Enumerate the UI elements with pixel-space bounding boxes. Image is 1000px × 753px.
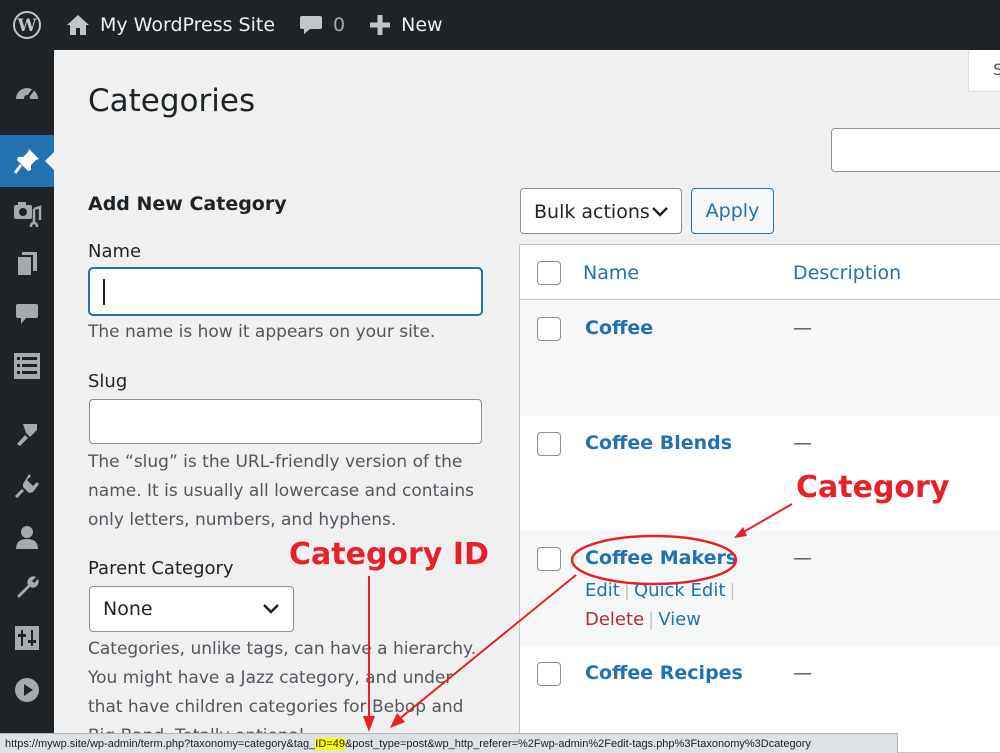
category-description: — xyxy=(793,547,812,569)
row-checkbox[interactable] xyxy=(537,432,561,456)
menu-pages[interactable] xyxy=(0,238,54,290)
plus-icon xyxy=(370,15,391,35)
menu-appearance[interactable] xyxy=(0,408,54,460)
play-icon xyxy=(15,678,39,702)
appearance-icon xyxy=(17,424,37,446)
category-name-link[interactable]: Coffee xyxy=(585,317,653,339)
status-url-start: https://mywp.site/wp-admin/term.php?taxo… xyxy=(5,738,316,750)
menu-media-player[interactable] xyxy=(0,664,54,716)
chevron-down-icon xyxy=(263,604,279,614)
comments-count: 0 xyxy=(333,14,346,36)
category-name-link[interactable]: Coffee Recipes xyxy=(585,662,743,684)
select-all-checkbox[interactable] xyxy=(537,261,561,285)
page-title: Categories xyxy=(88,83,256,119)
new-content-link[interactable]: New xyxy=(357,0,454,50)
delete-link[interactable]: Delete xyxy=(585,609,644,630)
parent-category-label: Parent Category xyxy=(88,558,234,579)
slug-help-text: The “slug” is the URL-friendly version o… xyxy=(88,452,475,530)
posts-pin-icon xyxy=(13,149,39,174)
parent-category-value: None xyxy=(103,598,153,620)
name-input[interactable] xyxy=(89,268,482,315)
status-url-end: &post_type=post&wp_http_referer=%2Fwp-ad… xyxy=(344,738,811,750)
add-new-category-heading: Add New Category xyxy=(88,193,287,215)
parent-category-select[interactable]: None xyxy=(89,586,294,632)
comments-link[interactable]: 0 xyxy=(287,0,357,50)
category-description: — xyxy=(793,317,812,339)
category-name-link[interactable]: Coffee Blends xyxy=(585,432,732,454)
name-help-text: The name is how it appears on your site. xyxy=(88,322,436,342)
svg-text:W: W xyxy=(16,16,37,36)
row-checkbox[interactable] xyxy=(537,662,561,686)
chevron-down-icon xyxy=(652,207,668,217)
separator: | xyxy=(623,580,630,601)
table-row: Coffee — xyxy=(520,301,1000,416)
media-icon xyxy=(14,202,42,227)
category-description: — xyxy=(793,432,812,454)
row-checkbox[interactable] xyxy=(537,317,561,341)
category-description: — xyxy=(793,662,812,684)
browser-status-bar: https://mywp.site/wp-admin/term.php?taxo… xyxy=(0,733,898,753)
pages-icon xyxy=(16,252,37,277)
screen-options-button[interactable]: S xyxy=(968,50,1000,92)
column-header-description[interactable]: Description xyxy=(793,262,901,284)
menu-comments[interactable] xyxy=(0,288,54,340)
plugins-icon xyxy=(14,474,39,499)
comment-bubble-icon xyxy=(300,16,323,34)
home-icon xyxy=(67,15,89,35)
row-actions: Edit | Quick Edit | Delete | View xyxy=(585,576,740,634)
table-row: Coffee Makers — Edit | Quick Edit | Delete |… xyxy=(520,531,1000,646)
menu-dashboard[interactable] xyxy=(0,68,54,120)
admin-menu xyxy=(0,50,54,753)
menu-plugins[interactable] xyxy=(0,460,54,512)
view-link[interactable]: View xyxy=(658,609,701,630)
slug-label: Slug xyxy=(88,371,128,392)
wordpress-logo-icon[interactable]: W xyxy=(0,0,54,50)
new-label: New xyxy=(401,14,443,36)
text-caret xyxy=(103,279,105,305)
menu-forms[interactable] xyxy=(0,340,54,392)
menu-posts[interactable] xyxy=(0,135,54,187)
table-header: Name Description xyxy=(520,245,1000,300)
forms-icon xyxy=(14,353,40,379)
menu-tools[interactable] xyxy=(0,562,54,614)
site-name: My WordPress Site xyxy=(100,14,276,36)
column-header-name[interactable]: Name xyxy=(583,262,639,284)
site-name-link[interactable]: My WordPress Site xyxy=(54,0,287,50)
tools-icon xyxy=(17,576,39,598)
menu-media[interactable] xyxy=(0,187,54,239)
separator: | xyxy=(648,609,655,630)
annotation-category-label: Category xyxy=(796,470,950,505)
settings-icon xyxy=(15,626,39,650)
dashboard-icon xyxy=(16,88,38,101)
admin-bar: W My WordPress Site 0 New xyxy=(0,0,1000,50)
users-icon xyxy=(16,526,38,549)
slug-input[interactable] xyxy=(89,399,482,444)
comments-icon xyxy=(16,304,38,324)
annotation-category-id-label: Category ID xyxy=(289,537,489,572)
row-checkbox[interactable] xyxy=(537,547,561,571)
menu-settings[interactable] xyxy=(0,612,54,664)
bulk-actions-select[interactable]: Bulk actions xyxy=(520,188,682,234)
separator: | xyxy=(729,580,736,601)
category-name-link[interactable]: Coffee Makers xyxy=(585,547,737,569)
apply-button[interactable]: Apply xyxy=(691,188,774,234)
search-categories-input[interactable] xyxy=(831,128,1000,172)
parent-category-help-text: Categories, unlike tags, can have a hier… xyxy=(88,639,477,733)
quick-edit-link[interactable]: Quick Edit xyxy=(634,580,725,601)
bulk-actions-value: Bulk actions xyxy=(534,201,650,223)
status-url-id-highlight: ID=49 xyxy=(315,738,345,750)
edit-link[interactable]: Edit xyxy=(585,580,620,601)
name-label: Name xyxy=(88,241,142,262)
menu-users[interactable] xyxy=(0,511,54,563)
